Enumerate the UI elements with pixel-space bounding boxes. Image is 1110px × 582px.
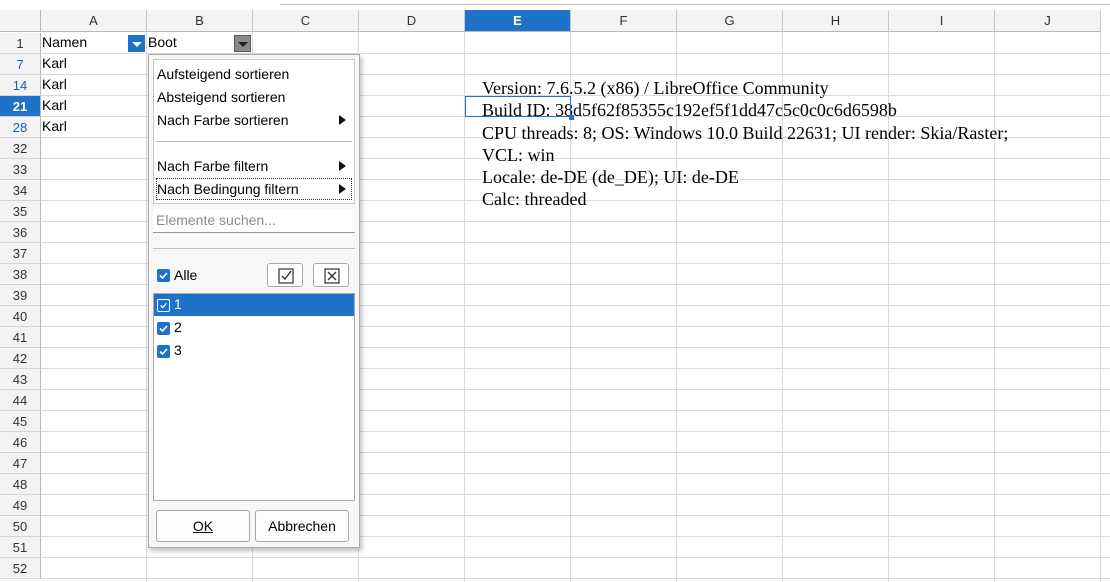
all-label: Alle xyxy=(174,267,198,283)
row-header-34[interactable]: 34 xyxy=(0,180,41,201)
row-header-39[interactable]: 39 xyxy=(0,285,41,306)
filter-by-color-label: Nach Farbe filtern xyxy=(157,158,269,174)
cancel-label: Abbrechen xyxy=(268,518,336,534)
item-checkbox[interactable] xyxy=(157,322,170,335)
column-header-h[interactable]: H xyxy=(783,10,889,32)
column-header-f[interactable]: F xyxy=(571,10,677,32)
sort-ascending-label: Aufsteigend sortieren xyxy=(157,66,290,82)
check-square-icon xyxy=(278,268,294,284)
grid-line xyxy=(41,578,1110,579)
all-checkbox[interactable] xyxy=(157,269,170,282)
menu-item-sort-ascending[interactable]: Aufsteigend sortieren xyxy=(156,63,352,85)
search-input[interactable]: Elemente suchen... xyxy=(153,209,355,233)
menu-item-sort-by-color[interactable]: Nach Farbe sortieren xyxy=(156,109,352,131)
row-header-14[interactable]: 14 xyxy=(0,75,41,96)
menu-item-filter-by-condition[interactable]: Nach Bedingung filtern xyxy=(156,178,352,200)
row-header-28[interactable]: 28 xyxy=(0,117,41,138)
select-current-only-button[interactable] xyxy=(267,263,303,287)
ok-label: OK xyxy=(192,518,214,534)
cell-a7[interactable]: Karl xyxy=(42,55,67,71)
cell-b1[interactable]: Boot xyxy=(148,34,177,50)
info-line-cpu: CPU threads: 8; OS: Windows 10.0 Build 2… xyxy=(482,122,1009,143)
column-header-e[interactable]: E xyxy=(465,10,571,32)
column-header-a[interactable]: A xyxy=(41,10,147,32)
filter-by-condition-label: Nach Bedingung filtern xyxy=(157,181,299,197)
info-line-calc: Calc: threaded xyxy=(482,189,587,210)
item-checkbox[interactable] xyxy=(157,345,170,358)
row-header-52[interactable]: 52 xyxy=(0,558,41,579)
submenu-arrow-icon xyxy=(339,161,346,171)
item-label: 3 xyxy=(174,342,182,358)
grid-line xyxy=(1100,32,1101,582)
row-header-38[interactable]: 38 xyxy=(0,264,41,285)
submenu-arrow-icon xyxy=(339,184,346,194)
row-header-35[interactable]: 35 xyxy=(0,201,41,222)
column-header-i[interactable]: I xyxy=(889,10,995,32)
row-header-37[interactable]: 37 xyxy=(0,243,41,264)
menu-item-filter-by-color[interactable]: Nach Farbe filtern xyxy=(156,155,352,177)
row-header-40[interactable]: 40 xyxy=(0,306,41,327)
column-header-d[interactable]: D xyxy=(359,10,465,32)
autofilter-button-b[interactable] xyxy=(234,35,251,52)
row-header-46[interactable]: 46 xyxy=(0,432,41,453)
grid-line xyxy=(146,32,147,582)
list-item[interactable]: 3 xyxy=(154,340,354,362)
row-header-47[interactable]: 47 xyxy=(0,453,41,474)
row-header-1[interactable]: 1 xyxy=(0,33,41,54)
row-header-33[interactable]: 33 xyxy=(0,159,41,180)
ok-button[interactable]: OK xyxy=(156,510,250,542)
row-header-21[interactable]: 21 xyxy=(0,96,41,117)
row-header-51[interactable]: 51 xyxy=(0,537,41,558)
autofilter-popup: Aufsteigend sortieren Absteigend sortier… xyxy=(148,54,360,548)
cancel-button[interactable]: Abbrechen xyxy=(255,510,349,542)
row-header-49[interactable]: 49 xyxy=(0,495,41,516)
menu-item-sort-descending[interactable]: Absteigend sortieren xyxy=(156,86,352,108)
column-header-b[interactable]: B xyxy=(147,10,253,32)
grid-line xyxy=(41,557,1110,558)
info-line-vcl: VCL: win xyxy=(482,144,555,165)
sort-by-color-label: Nach Farbe sortieren xyxy=(157,112,289,128)
select-all-corner[interactable] xyxy=(0,10,41,32)
row-header-45[interactable]: 45 xyxy=(0,411,41,432)
menu-separator xyxy=(156,141,352,142)
list-item[interactable]: 2 xyxy=(154,317,354,339)
column-header-g[interactable]: G xyxy=(677,10,783,32)
x-square-icon xyxy=(324,268,340,284)
unselect-current-button[interactable] xyxy=(313,263,349,287)
row-header-7[interactable]: 7 xyxy=(0,54,41,75)
cell-a14[interactable]: Karl xyxy=(42,76,67,92)
row-header-44[interactable]: 44 xyxy=(0,390,41,411)
autofilter-button-a[interactable] xyxy=(128,35,145,52)
row-header-41[interactable]: 41 xyxy=(0,327,41,348)
fill-handle[interactable] xyxy=(569,115,574,120)
toolbar-strip xyxy=(0,0,1110,10)
sort-descending-label: Absteigend sortieren xyxy=(157,89,286,105)
column-header-c[interactable]: C xyxy=(253,10,359,32)
row-header-36[interactable]: 36 xyxy=(0,222,41,243)
item-label: 2 xyxy=(174,319,182,335)
filter-values-list[interactable]: 1 2 3 xyxy=(153,293,355,501)
row-header-42[interactable]: 42 xyxy=(0,348,41,369)
popup-separator xyxy=(153,248,355,249)
row-header-32[interactable]: 32 xyxy=(0,138,41,159)
cell-a28[interactable]: Karl xyxy=(42,118,67,134)
row-header-48[interactable]: 48 xyxy=(0,474,41,495)
submenu-arrow-icon xyxy=(339,115,346,125)
row-header-43[interactable]: 43 xyxy=(0,369,41,390)
active-cell-cursor[interactable] xyxy=(465,96,574,120)
column-header-j[interactable]: J xyxy=(995,10,1101,32)
row-header-50[interactable]: 50 xyxy=(0,516,41,537)
list-item[interactable]: 1 xyxy=(154,294,354,316)
cell-a1[interactable]: Namen xyxy=(42,34,87,50)
cell-a21[interactable]: Karl xyxy=(42,97,67,113)
info-line-locale: Locale: de-DE (de_DE); UI: de-DE xyxy=(482,167,739,188)
autofilter-menu: Aufsteigend sortieren Absteigend sortier… xyxy=(153,59,355,204)
item-label: 1 xyxy=(174,296,182,312)
item-checkbox[interactable] xyxy=(157,299,170,312)
